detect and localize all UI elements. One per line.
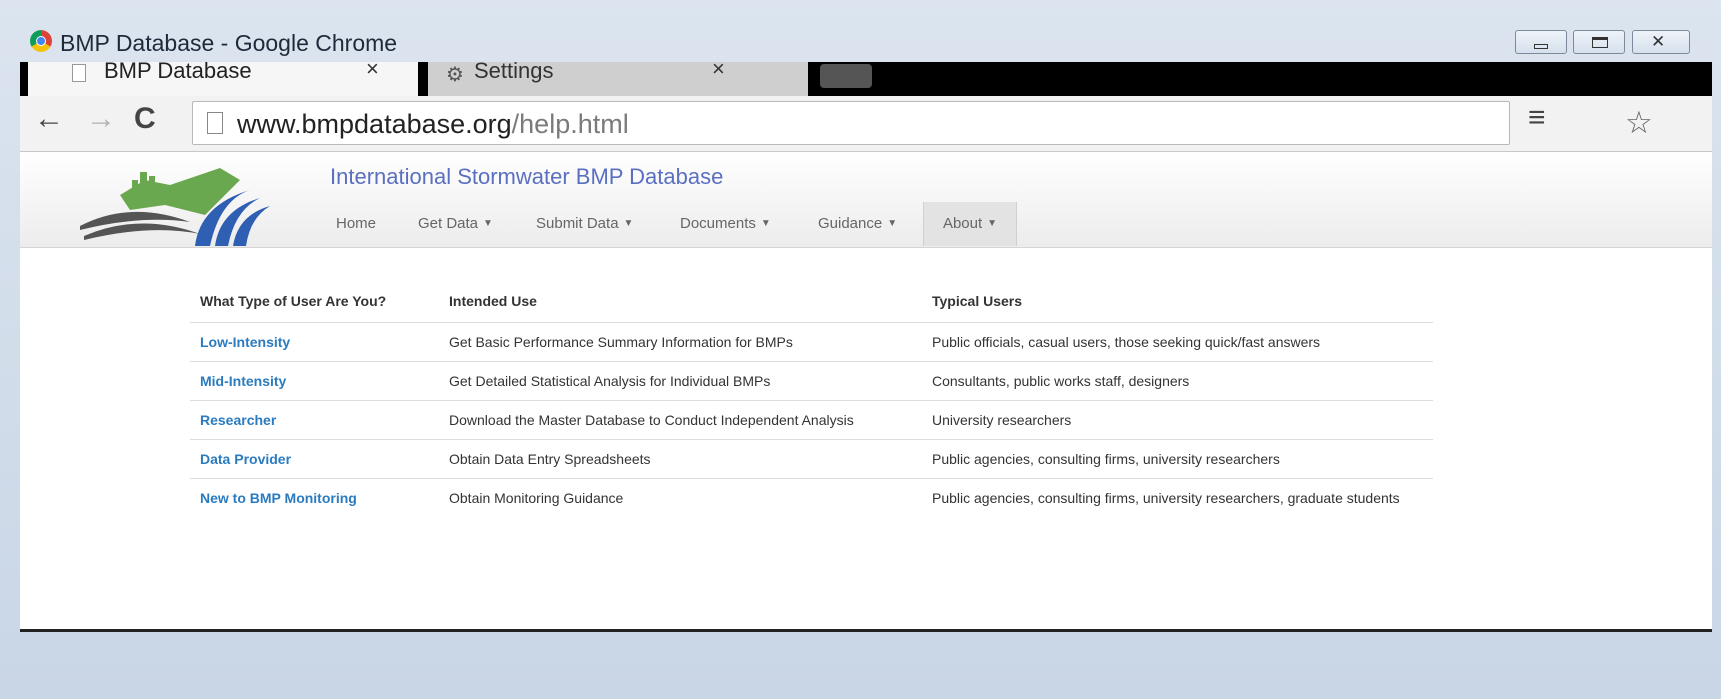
window-bottom-edge — [20, 629, 1712, 632]
nav-label: Get Data — [418, 215, 479, 232]
table-row: Mid-Intensity Get Detailed Statistical A… — [190, 361, 1433, 401]
maximize-icon — [1592, 37, 1608, 48]
user-type-cell: Low-Intensity — [190, 322, 439, 362]
nav-label: Home — [336, 215, 377, 232]
bookmark-star-icon[interactable]: ☆ — [1625, 105, 1653, 141]
nav-about[interactable]: About ▼ — [923, 202, 1017, 246]
forward-arrow-icon[interactable]: → — [86, 102, 116, 136]
minimize-button[interactable] — [1515, 30, 1567, 54]
site-title[interactable]: International Stormwater BMP Database — [330, 164, 723, 190]
nav-label: Documents — [680, 215, 756, 232]
typical-users-cell: Public agencies, consulting firms, unive… — [932, 490, 1400, 506]
url-text[interactable]: www.bmpdatabase.org/help.html — [237, 109, 629, 140]
caret-down-icon: ▼ — [760, 218, 771, 229]
nav-guidance[interactable]: Guidance ▼ — [818, 202, 918, 246]
nav-documents[interactable]: Documents ▼ — [680, 202, 800, 246]
user-type-cell: Data Provider — [190, 439, 439, 479]
site-header: International Stormwater BMP Database Ho… — [20, 152, 1712, 248]
caret-down-icon: ▼ — [623, 218, 634, 229]
close-window-button[interactable]: ✕ — [1632, 30, 1690, 54]
table-row: Low-Intensity Get Basic Performance Summ… — [190, 322, 1433, 362]
back-arrow-icon[interactable]: ← — [34, 102, 64, 136]
user-type-link[interactable]: Researcher — [200, 412, 276, 428]
tab-settings[interactable]: ⚙ Settings × — [428, 56, 808, 96]
site-logo[interactable] — [70, 160, 280, 246]
table-row: Data Provider Obtain Data Entry Spreadsh… — [190, 439, 1433, 479]
user-type-link[interactable]: New to BMP Monitoring — [200, 490, 357, 506]
intended-use-cell: Get Detailed Statistical Analysis for In… — [439, 361, 922, 401]
page-content: International Stormwater BMP Database Ho… — [20, 152, 1712, 629]
caret-down-icon: ▼ — [483, 218, 493, 229]
user-type-cell: Researcher — [190, 400, 439, 440]
nav-get-data[interactable]: Get Data ▼ — [418, 202, 518, 246]
nav-label: Guidance — [818, 215, 883, 232]
column-header: Typical Users — [922, 282, 1433, 323]
title-bar: BMP Database - Google Chrome ✕ — [0, 0, 1721, 62]
nav-label: Submit Data — [536, 215, 619, 232]
user-type-link[interactable]: Mid-Intensity — [200, 373, 286, 389]
gear-icon: ⚙ — [446, 64, 464, 86]
typical-users-cell: University researchers — [922, 400, 1433, 440]
tab-strip: BMP Database × ⚙ Settings × — [20, 56, 1712, 96]
tab-bmp-database[interactable]: BMP Database × — [28, 62, 418, 96]
page-icon — [207, 112, 223, 134]
new-tab-button[interactable] — [820, 64, 872, 88]
user-type-link[interactable]: Data Provider — [200, 451, 291, 467]
chrome-logo-icon — [30, 30, 52, 52]
typical-users-cell: Public officials, casual users, those se… — [922, 322, 1433, 362]
user-type-link[interactable]: Low-Intensity — [200, 334, 290, 350]
column-header: What Type of User Are You? — [190, 282, 439, 323]
address-bar[interactable]: www.bmpdatabase.org/help.html ☆ — [192, 101, 1653, 145]
tab-label: BMP Database — [104, 58, 252, 83]
url-path: /help.html — [511, 109, 629, 139]
window-title: BMP Database - Google Chrome — [60, 30, 398, 56]
url-host: www.bmpdatabase.org — [237, 109, 512, 139]
nav-label: About — [942, 215, 983, 232]
browser-toolbar: ← → C www.bmpdatabase.org/help.html ☆ ≡ — [20, 96, 1712, 152]
caret-down-icon: ▼ — [987, 218, 998, 229]
browser-window: BMP Database - Google Chrome ✕ BMP Datab… — [0, 0, 1721, 699]
user-type-cell: Mid-Intensity — [190, 361, 439, 401]
user-type-table: What Type of User Are You? Intended Use … — [190, 282, 1433, 517]
intended-use-cell: Obtain Monitoring Guidance — [449, 490, 624, 506]
column-header: Intended Use — [439, 282, 922, 323]
table-row: Researcher Download the Master Database … — [190, 400, 1433, 440]
menu-icon[interactable]: ≡ — [1528, 101, 1546, 135]
nav-home[interactable]: Home — [336, 202, 396, 246]
table-header-row: What Type of User Are You? Intended Use … — [190, 282, 1433, 323]
intended-use-cell: Obtain Data Entry Spreadsheets — [439, 439, 922, 479]
close-icon: ✕ — [1651, 32, 1666, 51]
user-type-cell: New to BMP Monitoring — [190, 479, 439, 518]
intended-use-cell: Get Basic Performance Summary Informatio… — [439, 322, 922, 362]
tab-close-icon[interactable]: × — [712, 56, 725, 82]
typical-users-cell: Consultants, public works staff, designe… — [922, 361, 1433, 401]
nav-submit-data[interactable]: Submit Data ▼ — [536, 202, 666, 246]
intended-use-cell: Download the Master Database to Conduct … — [439, 400, 922, 440]
minimize-icon — [1534, 44, 1548, 49]
caret-down-icon: ▼ — [887, 218, 898, 229]
maximize-button[interactable] — [1573, 30, 1625, 54]
reload-icon[interactable]: C — [134, 102, 156, 136]
table-row: New to BMP Monitoring Obtain Monitoring … — [190, 479, 1433, 518]
typical-users-cell: Public agencies, consulting firms, unive… — [922, 439, 1433, 479]
page-icon — [72, 64, 86, 82]
tab-label: Settings — [474, 58, 554, 83]
